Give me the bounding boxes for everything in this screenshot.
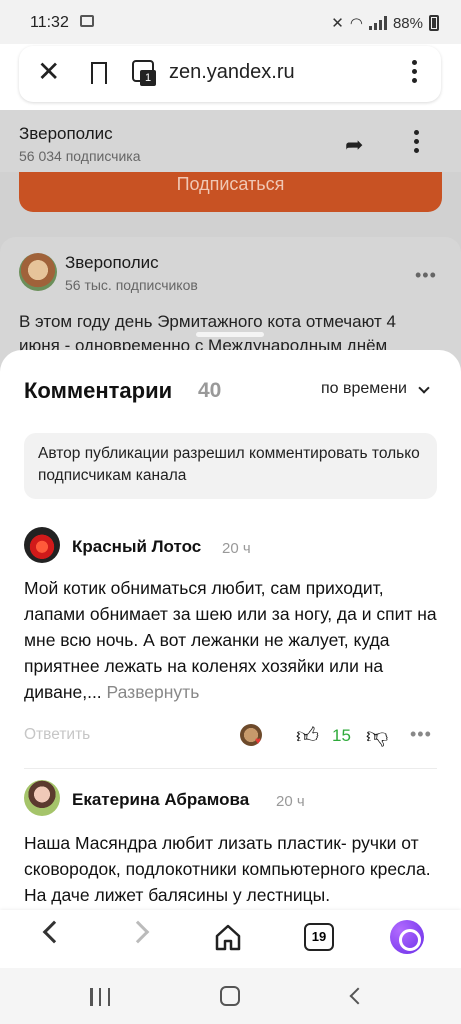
comment-more-icon[interactable]: •••	[410, 724, 432, 745]
expand-link[interactable]: Развернуть	[107, 682, 200, 702]
chevron-down-icon[interactable]	[418, 382, 430, 394]
comment-author-avatar[interactable]	[24, 527, 60, 563]
comment-text: Мой котик обниматься любит, сам приходит…	[24, 575, 439, 705]
post-more-icon[interactable]: •••	[415, 265, 437, 286]
bookmark-icon[interactable]	[91, 62, 107, 90]
wifi-icon: ◠	[349, 15, 363, 32]
heart-icon: ♥	[255, 736, 261, 747]
channel-menu-icon[interactable]	[414, 130, 419, 153]
comment-author-name[interactable]: Красный Лотос	[72, 537, 201, 557]
battery-icon	[429, 15, 439, 31]
sort-dropdown[interactable]: по времени	[321, 380, 407, 398]
subscribe-button[interactable]: Подписаться	[19, 172, 442, 212]
comment-time: 20 ч	[276, 793, 305, 810]
comment-text: Наша Масяндра любит лизать пластик- ручк…	[24, 833, 431, 905]
thumbs-down-icon[interactable]: 👎︎	[366, 722, 388, 749]
share-icon[interactable]: ➦	[345, 132, 363, 158]
post-author-subscribers: 56 тыс. подписчиков	[65, 277, 198, 293]
comment-body: Мой котик обниматься любит, сам приходит…	[24, 578, 437, 702]
browser-menu-icon[interactable]	[412, 60, 417, 83]
image-notification-icon	[80, 15, 94, 27]
comment-author-name[interactable]: Екатерина Абрамова	[72, 790, 249, 810]
close-icon[interactable]: ✕	[37, 58, 60, 86]
forward-arrow-icon[interactable]	[126, 920, 150, 944]
comment-author-avatar[interactable]	[24, 780, 60, 816]
battery-percent: 88%	[392, 14, 423, 32]
comments-sheet: Комментарии 40 по времени Автор публикац…	[0, 350, 461, 910]
url-text[interactable]: zen.yandex.ru	[169, 61, 295, 84]
recents-icon[interactable]	[90, 988, 110, 1006]
browser-url-bar: ✕ 1 zen.yandex.ru	[19, 46, 441, 102]
site-tab-count: 1	[140, 70, 156, 86]
status-bar: 11:32 ✕ ◠ 88%	[0, 0, 461, 44]
mute-icon: ✕	[331, 15, 344, 32]
channel-subscribers: 56 034 подписчика	[19, 148, 141, 164]
like-count: 15	[332, 726, 351, 745]
sheet-drag-handle[interactable]	[196, 332, 264, 337]
system-home-icon[interactable]	[220, 986, 240, 1006]
channel-name[interactable]: Зверополис	[19, 124, 113, 144]
comments-count: 40	[198, 379, 222, 402]
status-time: 11:32	[30, 14, 69, 31]
alice-assistant-icon[interactable]	[390, 920, 424, 954]
thumbs-up-icon[interactable]: 👍︎	[296, 722, 319, 749]
tabs-count-button[interactable]: 19	[304, 923, 334, 951]
browser-bottom-nav: 19	[0, 910, 461, 968]
system-back-icon[interactable]	[349, 987, 367, 1005]
home-icon[interactable]	[213, 922, 243, 952]
post-author-avatar[interactable]	[19, 253, 57, 291]
comments-notice: Автор публикации разрешил комментировать…	[24, 433, 437, 499]
reply-button[interactable]: Ответить	[24, 726, 90, 744]
back-arrow-icon[interactable]	[42, 920, 66, 944]
signal-icon	[368, 16, 387, 30]
system-nav-bar	[0, 968, 461, 1024]
post-author-name[interactable]: Зверополис	[65, 253, 159, 273]
status-indicators: ✕ ◠ 88%	[331, 14, 439, 32]
comments-title: Комментарии	[24, 378, 173, 403]
comment-time: 20 ч	[222, 540, 251, 557]
comment-divider	[24, 768, 437, 769]
comment-actions: Ответить ♥ 👍︎ 15 👎︎ •••	[0, 722, 461, 752]
channel-header: Зверополис 56 034 подписчика ➦	[0, 110, 461, 172]
